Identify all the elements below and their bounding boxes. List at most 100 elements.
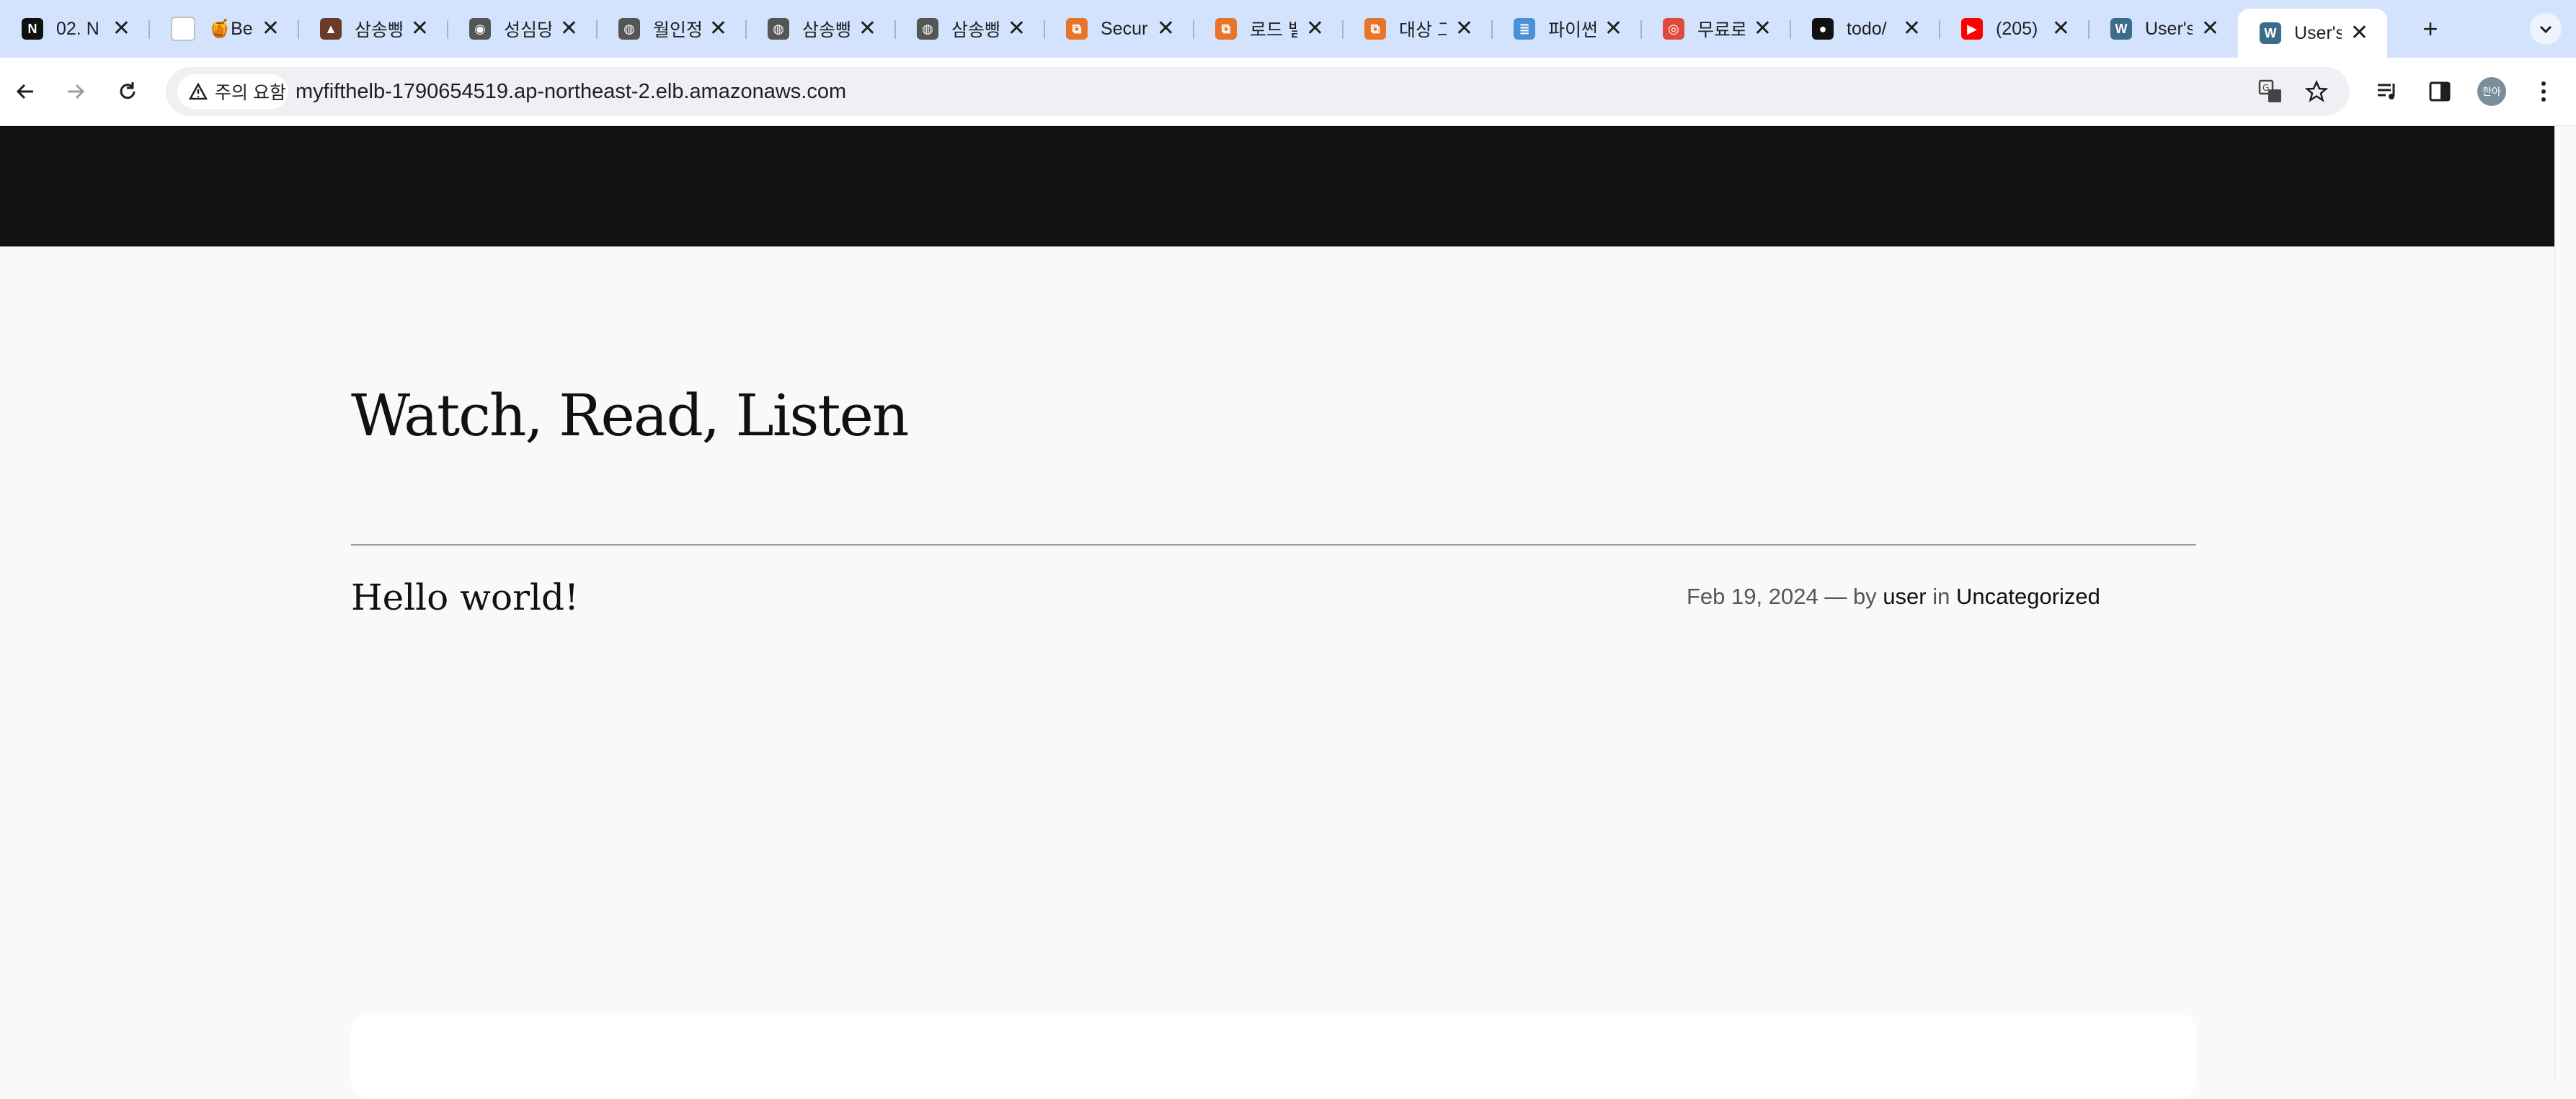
reload-button[interactable] xyxy=(110,74,146,110)
tab-strip: N 02. N ✕ 🍯Be ✕ ▲ 삼송빵 ✕ ◉ 성심당 ✕ ◍ 월인정 ✕ ◍ 삼송빵 ✕ ◍ 삼송빵 ✕ ⧉ Sec… xyxy=(0,0,2576,58)
post-date[interactable]: Feb 19, 2024 xyxy=(1687,584,1818,609)
post-author-link[interactable]: user xyxy=(1883,584,1926,609)
chevron-down-icon xyxy=(2539,25,2552,34)
tab[interactable]: ⧉ Secur ✕ xyxy=(1044,10,1194,48)
security-label: 주의 요함 xyxy=(215,83,286,103)
tab-active[interactable]: W User's ✕ xyxy=(2238,9,2387,58)
close-tab-icon[interactable]: ✕ xyxy=(1604,18,1622,40)
tab-title: 🍯Be xyxy=(208,18,253,39)
address-bar[interactable]: 주의 요함 myfifthelb-1790654519.ap-northeast… xyxy=(166,67,2350,116)
notion-icon: N xyxy=(22,18,43,40)
close-tab-icon[interactable]: ✕ xyxy=(2052,18,2070,40)
tab[interactable]: ◍ 월인정 ✕ xyxy=(597,10,746,48)
tab-title: 02. N xyxy=(56,18,99,39)
wordpress-icon: W xyxy=(2110,18,2132,40)
tab-title: 대상 그 xyxy=(1399,20,1447,40)
post-meta: Feb 19, 2024 — by user in Uncategorized xyxy=(1687,584,2100,610)
close-tab-icon[interactable]: ✕ xyxy=(1306,18,1324,40)
arrow-right-icon xyxy=(68,84,85,99)
site-title[interactable]: Watch, Read, Listen xyxy=(351,382,909,449)
tab-title: 로드 밸 xyxy=(1250,20,1297,40)
close-tab-icon[interactable]: ✕ xyxy=(560,18,578,40)
scrollbar[interactable] xyxy=(2554,126,2576,1081)
close-tab-icon[interactable]: ✕ xyxy=(858,18,876,40)
reload-icon xyxy=(120,82,136,99)
post-title-link[interactable]: Hello world! xyxy=(351,577,579,618)
tab-title: 무료로 xyxy=(1697,20,1745,40)
tab[interactable]: ● todo/ ✕ xyxy=(1790,10,1940,48)
tab-title: todo/ xyxy=(1847,18,1887,39)
more-vertical-icon xyxy=(2541,81,2546,102)
browser-toolbar: 주의 요함 myfifthelb-1790654519.ap-northeast… xyxy=(0,58,2576,126)
new-tab-button[interactable]: + xyxy=(2415,13,2446,45)
close-tab-icon[interactable]: ✕ xyxy=(709,18,727,40)
tab[interactable]: ◉ 성심당 ✕ xyxy=(448,10,597,48)
close-tab-icon[interactable]: ✕ xyxy=(1754,18,1772,40)
eye-icon: ◉ xyxy=(469,18,491,40)
tab[interactable]: ⧉ 대상 그 ✕ xyxy=(1343,10,1492,48)
avatar: 한아 xyxy=(2477,77,2506,106)
aws-icon: ⧉ xyxy=(1066,18,1088,40)
document-icon xyxy=(171,17,195,41)
svg-text:G: G xyxy=(2262,83,2269,93)
bookmark-star-button[interactable] xyxy=(2302,77,2331,106)
github-icon: ● xyxy=(1812,18,1834,40)
aws-icon: ⧉ xyxy=(1215,18,1237,40)
globe-icon: ◍ xyxy=(917,18,938,40)
tab[interactable]: W User's ✕ xyxy=(2089,10,2238,48)
close-tab-icon[interactable]: ✕ xyxy=(262,18,280,40)
tab-title: (205) xyxy=(1996,18,2038,39)
freecode-icon: ◎ xyxy=(1663,18,1684,40)
tab-title: 삼송빵 xyxy=(802,20,850,40)
close-tab-icon[interactable]: ✕ xyxy=(411,18,429,40)
post-in-label: in xyxy=(1932,584,1950,609)
tab-search-button[interactable] xyxy=(2530,13,2562,45)
close-tab-icon[interactable]: ✕ xyxy=(112,18,130,40)
divider xyxy=(351,544,2196,546)
side-panel-icon xyxy=(2429,81,2451,102)
youtube-icon: ▶ xyxy=(1961,18,1983,40)
site-header-bar xyxy=(0,126,2554,246)
post-category-link[interactable]: Uncategorized xyxy=(1956,584,2100,609)
tab[interactable]: ◍ 삼송빵 ✕ xyxy=(895,10,1044,48)
aws-icon: ⧉ xyxy=(1364,18,1386,40)
globe-icon: ◍ xyxy=(768,18,789,40)
media-controls-button[interactable] xyxy=(2370,74,2406,110)
tab-title: 삼송빵 xyxy=(951,20,999,40)
browser-menu-button[interactable] xyxy=(2526,74,2562,110)
tab[interactable]: ◎ 무료로 ✕ xyxy=(1641,10,1790,48)
tab[interactable]: ⧉ 로드 밸 ✕ xyxy=(1194,10,1343,48)
close-tab-icon[interactable]: ✕ xyxy=(2201,18,2219,40)
tab[interactable]: 🍯Be ✕ xyxy=(149,10,298,48)
warning-icon xyxy=(189,83,208,100)
post-by-label: — by xyxy=(1824,584,1877,609)
tab-title: Secur xyxy=(1101,18,1148,39)
tab-title: 성심당 xyxy=(504,20,551,40)
tab-title: 월인정 xyxy=(653,20,701,40)
close-tab-icon[interactable]: ✕ xyxy=(1157,18,1175,40)
wordpress-icon: W xyxy=(2260,22,2281,44)
tab[interactable]: ≣ 파이썬 ✕ xyxy=(1492,10,1641,48)
arrow-left-icon xyxy=(16,84,33,99)
python-tutor-icon: ≣ xyxy=(1514,18,1535,40)
translate-icon: G xyxy=(2258,79,2281,102)
forward-button[interactable] xyxy=(58,74,94,110)
tab-title: User's xyxy=(2294,22,2342,43)
globe-icon: ◍ xyxy=(618,18,640,40)
tab[interactable]: N 02. N ✕ xyxy=(0,10,149,48)
security-indicator[interactable]: 주의 요함 xyxy=(177,74,288,109)
tab[interactable]: ▲ 삼송빵 ✕ xyxy=(298,10,448,48)
side-panel-button[interactable] xyxy=(2422,74,2458,110)
profile-button[interactable]: 한아 xyxy=(2474,74,2510,110)
tab[interactable]: ◍ 삼송빵 ✕ xyxy=(746,10,895,48)
close-tab-icon[interactable]: ✕ xyxy=(1903,18,1921,40)
bakery-icon: ▲ xyxy=(320,18,342,40)
back-button[interactable] xyxy=(7,74,43,110)
tab[interactable]: ▶ (205) ✕ xyxy=(1940,10,2089,48)
close-tab-icon[interactable]: ✕ xyxy=(1455,18,1473,40)
close-tab-icon[interactable]: ✕ xyxy=(1008,18,1026,40)
translate-button[interactable]: G xyxy=(2256,77,2285,106)
tab-title: 파이썬 xyxy=(1548,20,1596,40)
url-text[interactable]: myfifthelb-1790654519.ap-northeast-2.elb… xyxy=(296,80,846,104)
close-tab-icon[interactable]: ✕ xyxy=(2350,22,2368,44)
